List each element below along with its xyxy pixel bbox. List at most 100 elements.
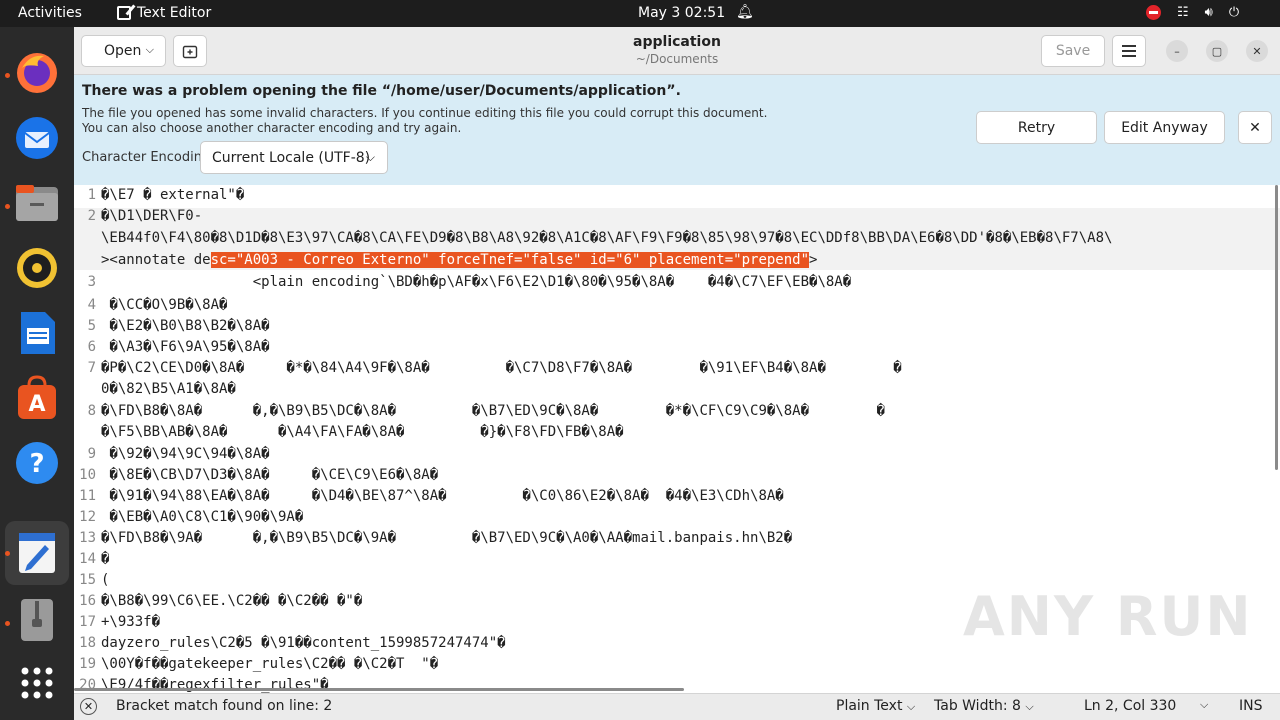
main-menu-button[interactable] — [1112, 35, 1146, 67]
system-tray[interactable]: ☷ 🔊︎ ⏻ — [1146, 5, 1239, 20]
code-line: �\D1\DER\F0- — [101, 208, 203, 224]
chevron-down-icon[interactable]: ⌵ — [1200, 698, 1208, 712]
text-editor-icon[interactable] — [5, 521, 69, 585]
infobar-message-line: You can also choose another character en… — [82, 121, 462, 135]
code-line: +\933f� — [101, 614, 161, 630]
encoding-dropdown[interactable]: Current Locale (UTF-8) ⌵ — [200, 141, 388, 174]
save-button[interactable]: Save — [1041, 35, 1105, 67]
close-window-button[interactable]: ✕ — [1246, 40, 1268, 62]
close-message-button[interactable]: ✕ — [80, 698, 97, 715]
line-number: 17 — [79, 614, 96, 630]
text-editor-app-icon — [117, 6, 131, 20]
minimize-icon: – — [1174, 44, 1180, 58]
language-selector[interactable]: Plain Text ⌵ — [836, 698, 915, 714]
line-number: 6 — [87, 339, 96, 355]
maximize-icon: ▢ — [1211, 44, 1223, 58]
code-line: ><annotate desc="A003 - Correo Externo" … — [101, 252, 817, 268]
network-icon[interactable]: ☷ — [1177, 5, 1189, 20]
minimize-button[interactable]: – — [1166, 40, 1188, 62]
running-indicator — [5, 621, 10, 626]
code-line: <plain encoding`\BD�h�p\AF�x\F6\E2\D1�\8… — [101, 274, 852, 290]
archive-icon[interactable] — [11, 594, 63, 646]
code-line: 0�\82\B5\A1�\8A� — [101, 381, 236, 397]
close-icon: ✕ — [1252, 44, 1262, 58]
code-line: �\8E�\CB\D7\D3�\8A� �\CE\C9\E6�\8A� — [101, 467, 439, 483]
power-icon[interactable]: ⏻ — [1229, 5, 1239, 20]
insert-mode-indicator[interactable]: INS — [1239, 698, 1263, 714]
close-infobar-button[interactable]: ✕ — [1238, 111, 1272, 144]
thunderbird-icon[interactable] — [11, 112, 63, 164]
language-label: Plain Text — [836, 698, 903, 714]
bell-icon[interactable]: 🔔︎ — [736, 4, 754, 20]
line-number: 3 — [87, 274, 96, 290]
code-text: ><annotate de — [101, 252, 211, 268]
close-icon: ✕ — [1249, 119, 1261, 136]
do-not-disturb-icon[interactable] — [1146, 5, 1161, 20]
line-number: 2 — [87, 208, 96, 224]
retry-button[interactable]: Retry — [976, 111, 1097, 144]
header-bar: Open ⌵ application ~/Documents Save – ▢ … — [74, 27, 1280, 75]
app-menu[interactable]: Text Editor — [117, 5, 211, 21]
line-number: 12 — [79, 509, 96, 525]
show-apps-icon[interactable] — [11, 657, 63, 709]
line-number: 13 — [79, 530, 96, 546]
line-number: 15 — [79, 572, 96, 588]
tab-width-selector[interactable]: Tab Width: 8 ⌵ — [934, 698, 1034, 714]
files-icon[interactable] — [11, 177, 63, 229]
activities-button[interactable]: Activities — [18, 5, 82, 21]
running-indicator — [5, 73, 10, 78]
line-number: 16 — [79, 593, 96, 609]
encoding-label: Character Encoding: — [82, 150, 215, 165]
code-line: �P�\C2\CE\D0�\8A� �*�\84\A4\9F�\8A� �\C7… — [101, 360, 902, 376]
chevron-down-icon: ⌵ — [906, 700, 916, 713]
code-line: � — [101, 551, 110, 567]
help-icon[interactable]: ? — [11, 437, 63, 489]
vertical-scrollbar[interactable] — [1275, 185, 1278, 470]
line-number: 9 — [87, 446, 96, 462]
svg-text:A: A — [28, 392, 45, 417]
line-number: 4 — [87, 297, 96, 313]
line-number: 11 — [79, 488, 96, 504]
code-line: �\F5\BB\AB�\8A� �\A4\FA\FA�\8A� �}�\F8\F… — [101, 424, 624, 440]
app-center-icon[interactable]: A — [11, 372, 63, 424]
running-indicator — [5, 551, 10, 556]
encoding-value: Current Locale (UTF-8) — [212, 149, 371, 166]
tab-width-label: Tab Width: 8 — [934, 698, 1021, 714]
line-number: 5 — [87, 318, 96, 334]
hamburger-menu-icon — [1122, 45, 1136, 57]
status-message: Bracket match found on line: 2 — [116, 698, 333, 714]
rhythmbox-icon[interactable] — [11, 242, 63, 294]
line-number: 14 — [79, 551, 96, 567]
dock: A ? — [0, 27, 74, 720]
svg-text:?: ? — [29, 449, 44, 479]
cursor-position-selector[interactable]: Ln 2, Col 330 — [1084, 698, 1176, 714]
code-line: �\91�\94\88\EA�\8A� �\D4�\BE\87^\8A� �\C… — [101, 488, 784, 504]
horizontal-scrollbar[interactable] — [74, 688, 684, 691]
code-line: �\FD\B8�\8A� �,�\B9\B5\DC�\8A� �\B7\ED\9… — [101, 403, 885, 419]
code-line: ( — [101, 572, 110, 588]
code-text: > — [809, 252, 818, 268]
maximize-button[interactable]: ▢ — [1206, 40, 1228, 62]
code-line: �\CC�O\9B�\8A� — [101, 297, 228, 313]
infobar-message: The file you opened has some invalid cha… — [82, 106, 767, 136]
volume-icon[interactable]: 🔊︎ — [1205, 5, 1213, 20]
infobar-message-line: The file you opened has some invalid cha… — [82, 106, 768, 120]
edit-anyway-button[interactable]: Edit Anyway — [1104, 111, 1225, 144]
top-bar: Activities Text Editor May 3 02:51 🔔︎ ☷ … — [0, 0, 1280, 27]
clock[interactable]: May 3 02:51 — [638, 5, 725, 21]
line-number: 8 — [87, 403, 96, 419]
line-number-gutter: 1 2 3 4 5 6 7 8 9 10 11 12 13 14 15 16 1… — [74, 185, 100, 693]
encoding-error-infobar: There was a problem opening the file “/h… — [74, 75, 1280, 185]
libreoffice-writer-icon[interactable] — [11, 307, 63, 359]
selected-text: sc="A003 - Correo Externo" forceTnef="fa… — [210, 252, 810, 268]
line-number: 10 — [79, 467, 96, 483]
firefox-icon[interactable] — [11, 47, 63, 99]
code-line: �\B8�\99\C6\EE.\C2�� �\C2�� �"� — [101, 593, 363, 609]
cursor-position-label: Ln 2, Col 330 — [1084, 698, 1177, 714]
code-line: �\A3�\F6\9A\95�\8A� — [101, 339, 270, 355]
close-icon: ✕ — [83, 700, 94, 713]
infobar-heading: There was a problem opening the file “/h… — [82, 83, 681, 99]
line-number: 1 — [87, 187, 96, 203]
line-number: 19 — [79, 656, 96, 672]
code-line: �\92�\94\9C\94�\8A� — [101, 446, 270, 462]
